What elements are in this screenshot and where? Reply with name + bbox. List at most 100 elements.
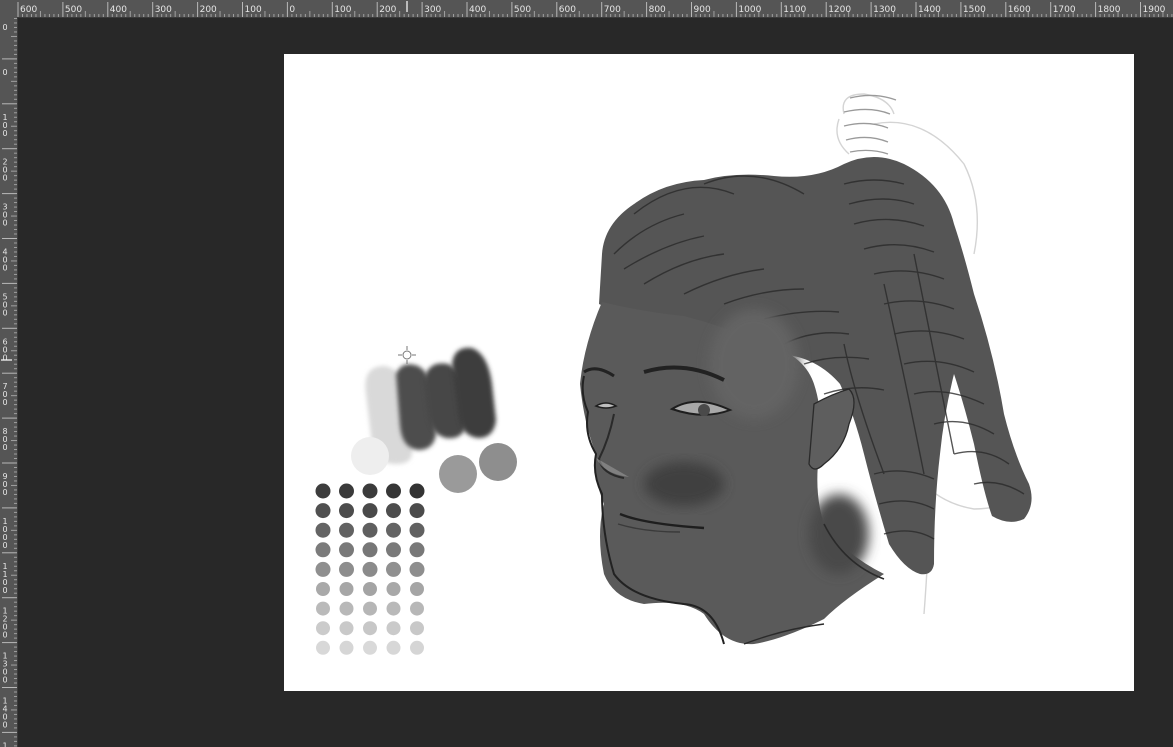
value-swatch bbox=[386, 503, 401, 519]
value-swatch bbox=[386, 483, 401, 499]
ruler-tick-label: 1900 bbox=[1143, 5, 1166, 15]
value-swatch bbox=[409, 483, 425, 499]
ruler-tick-label: 800 bbox=[1, 427, 10, 451]
color-blob bbox=[479, 443, 517, 481]
color-blob-group bbox=[351, 347, 517, 493]
ruler-tick-label: 400 bbox=[1, 248, 10, 272]
ruler-tick-label: 200 bbox=[379, 5, 396, 15]
face-highlight bbox=[709, 309, 799, 419]
ruler-tick-label: 700 bbox=[1, 382, 10, 406]
value-swatch bbox=[339, 640, 354, 655]
ruler-tick-label: 1400 bbox=[918, 5, 941, 15]
value-swatch bbox=[316, 601, 330, 616]
ruler-tick-label: 300 bbox=[1, 203, 10, 227]
ruler-tick-label: 1000 bbox=[1, 517, 10, 549]
ruler-tick-label: 0 bbox=[1, 68, 10, 76]
ruler-tick-label: 600 bbox=[20, 5, 37, 15]
horizontal-ruler[interactable]: 600 500 400 300 200 100 0 100 200 300 400 500 600 700… bbox=[0, 0, 1173, 18]
value-swatch bbox=[362, 561, 378, 577]
ruler-tick-label: 1400 bbox=[1, 697, 10, 729]
value-swatch bbox=[315, 483, 331, 499]
value-swatch bbox=[386, 542, 401, 558]
value-swatch bbox=[386, 621, 401, 636]
artwork bbox=[315, 93, 1032, 655]
value-swatch bbox=[339, 522, 354, 538]
ruler-tick-label: 400 bbox=[110, 5, 127, 15]
ruler-tick-label: 400 bbox=[469, 5, 486, 15]
horizontal-ruler-ticks: 600 500 400 300 200 100 0 100 200 300 400 500 600 700… bbox=[17, 1, 1173, 17]
value-swatch bbox=[410, 621, 424, 636]
vertical-ruler-ticks: 0 0 100 200 300 400 500 600 700 800 900 1000 1100 120… bbox=[1, 17, 17, 747]
ruler-tick-label: 0 bbox=[1, 23, 10, 31]
ruler-tick-label: 1600 bbox=[1008, 5, 1031, 15]
value-swatch bbox=[386, 582, 401, 596]
ruler-tick-label: 1100 bbox=[783, 5, 806, 15]
value-swatch bbox=[339, 561, 354, 577]
value-swatch bbox=[315, 503, 331, 519]
color-blob bbox=[351, 437, 389, 475]
ruler-tick-label: 15 bbox=[1, 741, 10, 747]
ruler-tick-label: 1100 bbox=[1, 562, 10, 594]
portrait-sketch bbox=[580, 93, 1032, 645]
value-swatch bbox=[315, 542, 331, 558]
value-swatch bbox=[339, 542, 354, 558]
ruler-tick-label: 1200 bbox=[1, 607, 10, 639]
ruler-tick-label: 800 bbox=[649, 5, 666, 15]
value-swatch bbox=[316, 640, 330, 655]
value-swatch bbox=[410, 601, 424, 616]
ruler-tick-label: 600 bbox=[559, 5, 576, 15]
ruler-tick-label: 1200 bbox=[828, 5, 851, 15]
ruler-tick-label: 200 bbox=[200, 5, 217, 15]
iris bbox=[698, 404, 710, 416]
ruler-tick-label: 0 bbox=[289, 5, 295, 15]
value-swatch bbox=[362, 503, 378, 519]
ruler-tick-label: 100 bbox=[1, 113, 10, 137]
value-swatch bbox=[363, 601, 377, 616]
value-swatch bbox=[386, 640, 401, 655]
value-swatch bbox=[363, 640, 377, 655]
ruler-tick-label: 1000 bbox=[738, 5, 761, 15]
value-swatch-grid bbox=[315, 483, 425, 655]
value-swatch bbox=[363, 582, 377, 596]
ruler-tick-label: 1300 bbox=[1, 652, 10, 684]
value-swatch bbox=[339, 503, 354, 519]
neck-shadow bbox=[809, 494, 869, 574]
ruler-tick-label: 600 bbox=[1, 337, 10, 361]
ruler-tick-label: 300 bbox=[424, 5, 441, 15]
cheek-shadow bbox=[644, 462, 724, 506]
brush-cursor-icon bbox=[398, 346, 416, 364]
value-swatch bbox=[339, 601, 354, 616]
value-swatch bbox=[409, 503, 425, 519]
value-swatch bbox=[316, 582, 330, 596]
value-swatch bbox=[410, 640, 424, 655]
value-swatch bbox=[386, 561, 401, 577]
document-canvas[interactable] bbox=[284, 54, 1134, 691]
vertical-ruler[interactable]: 0 0 100 200 300 400 500 600 700 800 900 1000 1100 120… bbox=[0, 17, 18, 747]
ruler-tick-label: 100 bbox=[245, 5, 262, 15]
value-swatch bbox=[362, 542, 378, 558]
ruler-tick-label: 1300 bbox=[873, 5, 896, 15]
ruler-tick-label: 100 bbox=[334, 5, 351, 15]
value-swatch bbox=[409, 561, 425, 577]
ruler-tick-label: 700 bbox=[604, 5, 621, 15]
value-swatch bbox=[409, 542, 425, 558]
ruler-tick-label: 500 bbox=[65, 5, 82, 15]
value-swatch bbox=[339, 621, 354, 636]
value-swatch bbox=[386, 601, 401, 616]
value-swatch bbox=[362, 522, 378, 538]
value-swatch bbox=[315, 522, 331, 538]
value-swatch bbox=[339, 582, 354, 596]
ruler-tick-label: 900 bbox=[694, 5, 711, 15]
value-swatch bbox=[409, 522, 425, 538]
ruler-tick-label: 500 bbox=[1, 292, 10, 316]
value-swatch bbox=[386, 522, 401, 538]
ruler-tick-label: 500 bbox=[514, 5, 531, 15]
ruler-tick-label: 200 bbox=[1, 158, 10, 182]
value-swatch bbox=[339, 483, 354, 499]
value-swatch bbox=[410, 582, 424, 596]
value-swatch bbox=[316, 621, 330, 636]
value-swatch bbox=[363, 621, 377, 636]
color-blob bbox=[439, 455, 477, 493]
value-swatch bbox=[315, 561, 331, 577]
ruler-tick-label: 900 bbox=[1, 472, 10, 496]
